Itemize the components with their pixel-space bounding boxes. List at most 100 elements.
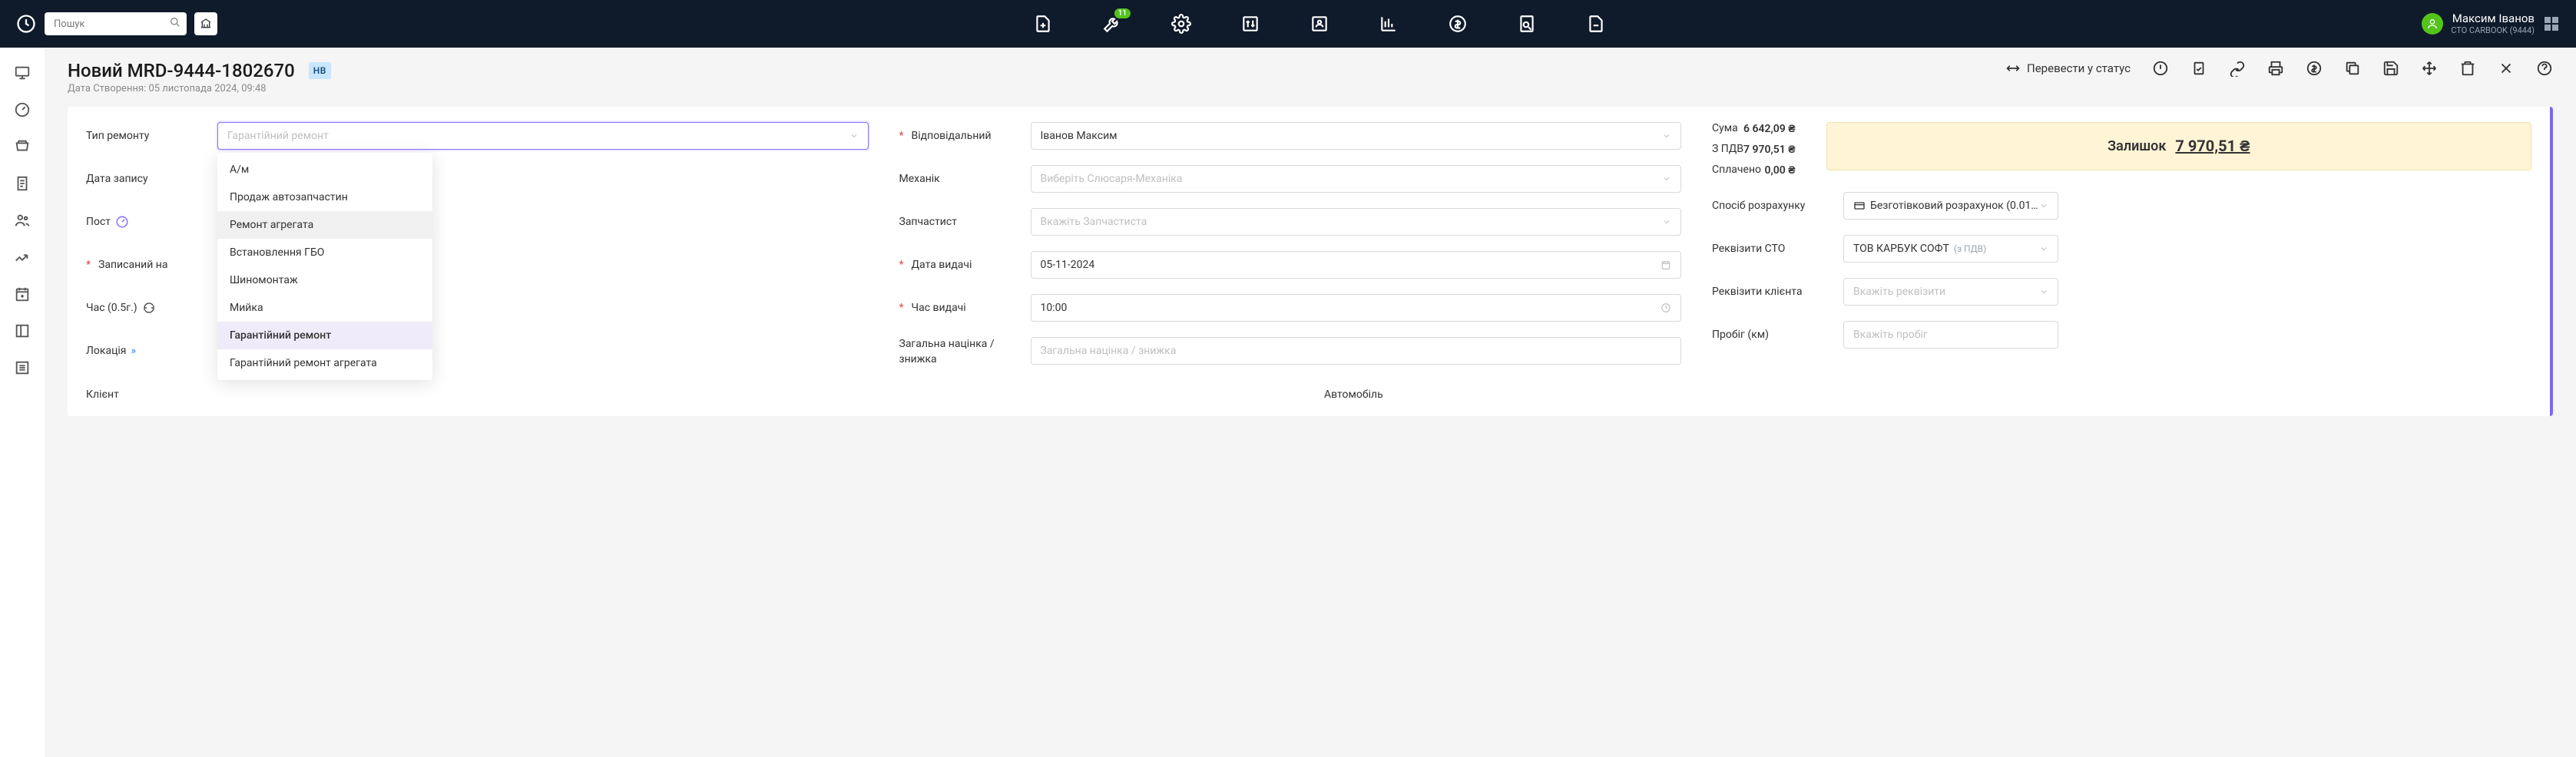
repair-type-placeholder: Гарантійний ремонт [227,130,329,142]
calendar-icon [1660,259,1671,270]
sliders-icon[interactable] [1240,13,1261,35]
form-card: Тип ремонту Гарантійний ремонт А/м Прода… [68,107,2553,416]
label-time-half: Час (0.5г.) [86,301,205,315]
label-responsible: *Відповідальний [899,130,1018,142]
field-record-date: Дата запису [86,165,869,193]
chevron-down-icon [1662,174,1671,183]
select-client-req[interactable]: Вкажіть реквізити [1843,278,2058,306]
refresh-icon[interactable] [142,301,156,315]
user-name: Максим Іванов [2451,12,2535,25]
apps-grid-icon[interactable] [2542,15,2561,33]
field-location: Локація » [86,337,869,365]
dd-item[interactable]: Ремонт агрегата [217,211,432,239]
sum-row-vat: З ПДВ7 970,51 ₴ [1712,143,1796,156]
link-arrow-icon[interactable]: » [131,345,136,357]
new-doc-icon[interactable] [1032,13,1054,35]
select-sto-req[interactable]: ТОВ КАРБУК СОФТ(з ПДВ) [1843,235,2058,263]
gear-icon[interactable] [1170,13,1192,35]
balance-value[interactable]: 7 970,51 ₴ [2175,137,2250,156]
chevron-down-icon [1662,217,1671,226]
balance-label: Залишок [2107,138,2166,154]
warning-icon[interactable] [2152,60,2169,77]
label-payment: Спосіб розрахунку [1712,200,1831,212]
payment-value: Безготівковий розрахунок (0.01… [1870,200,2038,212]
clipboard-check-icon[interactable] [2190,60,2207,77]
sidebar-desktop-icon[interactable] [14,64,31,81]
field-mileage: Пробіг (км) Вкажіть пробіг [1712,321,2531,349]
input-markup[interactable]: Загальна націнка / знижка [1031,337,1682,365]
dd-item[interactable]: Продаж автозапчастин [217,183,432,211]
bank-button[interactable] [194,12,217,35]
sidebar-list-icon[interactable] [14,359,31,376]
label-issue-time: *Час видачі [899,302,1018,314]
sidebar-box-icon[interactable] [14,322,31,339]
status-transfer[interactable]: Перевести у статус [2005,61,2131,76]
save-icon[interactable] [2382,60,2399,77]
user-sub: СТО CARBOOK (9444) [2451,25,2535,35]
dd-item-selected[interactable]: Гарантійний ремонт [217,322,432,349]
field-issue-time: *Час видачі 10:00 [899,294,1682,322]
field-parts: Запчастист Вкажіть Запчастиста [899,208,1682,236]
search-icon[interactable] [170,17,180,31]
sidebar-gauge-icon[interactable] [14,101,31,118]
copy-icon[interactable] [2344,60,2361,77]
select-mechanic[interactable]: Виберіть Слюсаря-Механіка [1031,165,1682,193]
col-left: Тип ремонту Гарантійний ремонт А/м Прода… [86,122,869,367]
page-title: Новий MRD-9444-1802670 [68,60,295,81]
sto-req-sub: (з ПДВ) [1954,243,1986,254]
sum-row-total: Сума6 642,09 ₴ [1712,122,1796,135]
wrench-badge: 11 [1114,8,1131,18]
balance-box: Залишок 7 970,51 ₴ [1826,122,2531,170]
status-transfer-label: Перевести у статус [2027,61,2131,75]
input-issue-date[interactable]: 05-11-2024 [1031,251,1682,279]
close-icon[interactable] [2498,60,2515,77]
doc-minus-icon[interactable] [1585,13,1607,35]
dd-item[interactable]: Мийка [217,294,432,322]
move-icon[interactable] [2421,60,2438,77]
field-repair-type: Тип ремонту Гарантійний ремонт А/м Прода… [86,122,869,150]
search-input[interactable] [45,12,187,35]
print-icon[interactable] [2267,60,2284,77]
doc-search-icon[interactable] [1516,13,1538,35]
repair-type-dropdown: А/м Продаж автозапчастин Ремонт агрегата… [217,153,432,380]
car-section-label: Автомобіль [1324,388,2531,401]
dollar-icon[interactable] [1447,13,1468,35]
input-issue-time[interactable]: 10:00 [1031,294,1682,322]
field-post: Пост [86,208,869,236]
contact-icon[interactable] [1309,13,1330,35]
trash-icon[interactable] [2459,60,2476,77]
parts-placeholder: Вкажіть Запчастиста [1041,216,1147,228]
dd-item[interactable]: Встановлення ГБО [217,239,432,266]
label-sto-req: Реквізити СТО [1712,243,1831,255]
help-icon[interactable] [2536,60,2553,77]
select-parts[interactable]: Вкажіть Запчастиста [1031,208,1682,236]
sidebar-calendar-icon[interactable] [14,286,31,302]
logo-gauge-icon[interactable] [15,13,37,35]
select-repair-type[interactable]: Гарантійний ремонт [217,122,869,150]
sidebar-cart-icon[interactable] [14,138,31,155]
field-issue-date: *Дата видачі 05-11-2024 [899,251,1682,279]
search-box [45,12,187,35]
input-mileage[interactable]: Вкажіть пробіг [1843,321,2058,349]
select-responsible[interactable]: Іванов Максим [1031,122,1682,150]
chevron-down-icon [1662,131,1671,140]
dd-item[interactable]: Шиномонтаж [217,266,432,294]
chart-icon[interactable] [1378,13,1399,35]
link-icon[interactable] [2229,60,2246,77]
select-payment[interactable]: Безготівковий розрахунок (0.01… [1843,192,2058,220]
dd-item[interactable]: Гарантійний ремонт агрегата [217,349,432,377]
actions: Перевести у статус [2005,60,2553,77]
field-assigned-to: *Записаний на [86,251,869,279]
dd-item[interactable]: А/м [217,156,432,183]
sidebar-trend-icon[interactable] [14,249,31,266]
wrench-icon[interactable]: 11 [1101,13,1123,35]
field-responsible: *Відповідальний Іванов Максим [899,122,1682,150]
responsible-value: Іванов Максим [1041,130,1117,142]
chevron-down-icon [849,131,859,140]
user-zone[interactable]: Максим Іванов СТО CARBOOK (9444) [2422,12,2561,35]
header-row: Новий MRD-9444-1802670 НВ Дата Створення… [68,60,2553,94]
sidebar-people-icon[interactable] [14,212,31,229]
sidebar-receipt-icon[interactable] [14,175,31,192]
user-text: Максим Іванов СТО CARBOOK (9444) [2451,12,2535,35]
dollar-action-icon[interactable] [2306,60,2323,77]
